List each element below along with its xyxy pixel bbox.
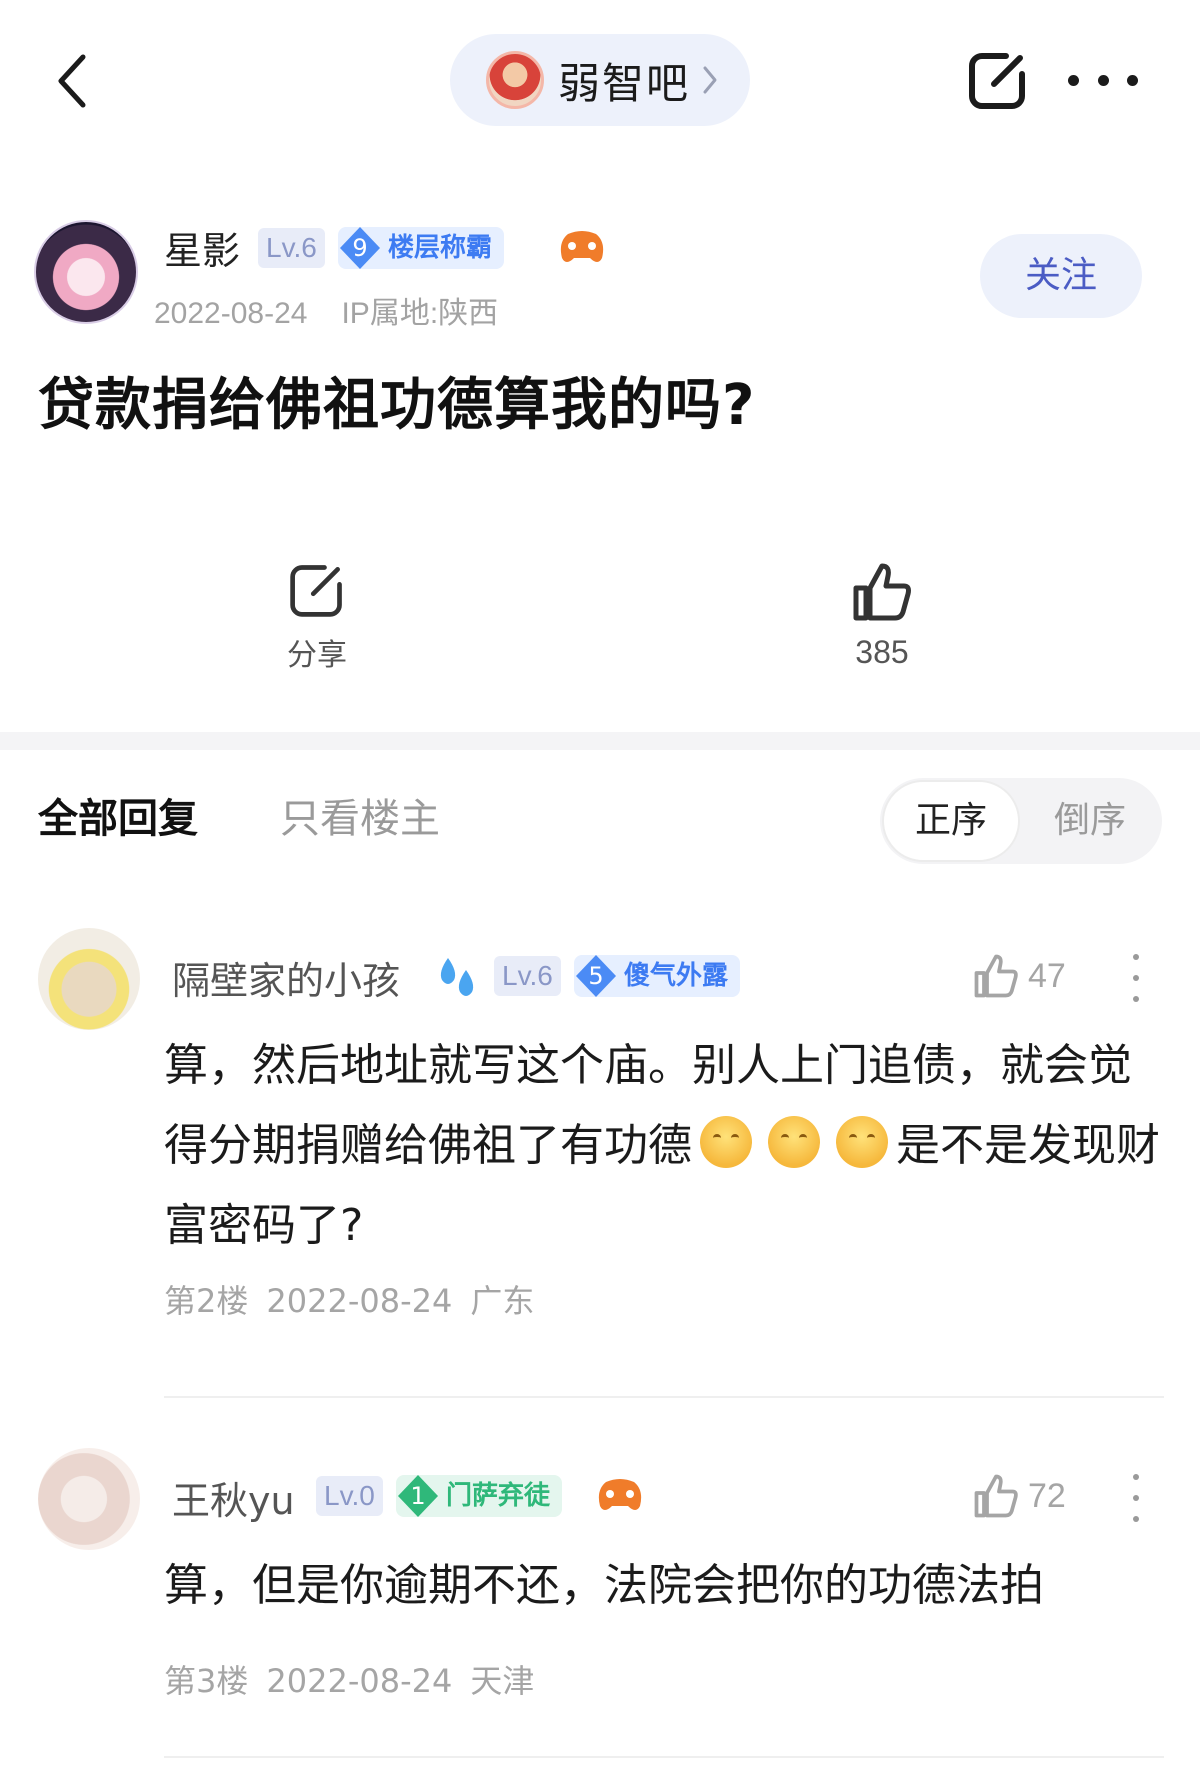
diamond-icon: 1 (396, 1473, 440, 1519)
dot-icon (1133, 954, 1139, 960)
dot-icon (1133, 1474, 1139, 1480)
thumbs-up-icon (853, 563, 911, 621)
like-count: 385 (855, 634, 909, 670)
comment-body: 算，然后地址就写这个庙。别人上门追债，就会觉得分期捐赠给佛祖了有功德 是不是发现财… (164, 1026, 1164, 1266)
post-title: 贷款捐给佛祖功德算我的吗? (38, 373, 756, 438)
title-badge: 1 门萨弃徒 (396, 1473, 563, 1519)
edit-icon (969, 53, 1025, 109)
diamond-icon: 5 (574, 953, 618, 999)
sort-toggle: 正序 倒序 (880, 778, 1162, 864)
title-text: 楼层称霸 (388, 233, 493, 263)
author-name[interactable]: 星影 (164, 220, 240, 275)
comment-more-button[interactable] (1130, 1474, 1142, 1522)
comment-body: 算，但是你逾期不还，法院会把你的功德法拍 (164, 1560, 1044, 1611)
tab-owner-only[interactable]: 只看楼主 (280, 786, 440, 844)
title-level: 9 (352, 234, 368, 262)
comment-meta: 第3楼 2022-08-24 天津 (164, 1656, 534, 1702)
level-badge: Lv.6 (494, 956, 561, 996)
more-button[interactable] (1068, 56, 1138, 104)
diamond-icon: 9 (338, 225, 382, 271)
title-text: 傻气外露 (624, 961, 729, 991)
droplet-icon (432, 954, 480, 1004)
title-badge: 5 傻气外露 (574, 953, 741, 999)
comment-date: 2022-08-24 (266, 1662, 453, 1700)
chevron-left-icon (58, 54, 86, 108)
comment-divider (164, 1756, 1164, 1758)
thumbs-up-icon (974, 1474, 1018, 1518)
comment-more-button[interactable] (1130, 954, 1142, 1002)
title-level: 1 (410, 1482, 426, 1510)
top-nav-bar: 弱智吧 (0, 0, 1200, 160)
forum-avatar (486, 51, 544, 109)
section-divider (0, 732, 1200, 750)
commenter-avatar[interactable] (38, 928, 140, 1030)
forum-name: 弱智吧 (558, 58, 691, 108)
comment-like-count: 47 (1028, 956, 1066, 995)
title-badge: 9 楼层称霸 (338, 225, 505, 271)
gamepad-icon (596, 1476, 644, 1520)
dot-icon (1127, 74, 1138, 86)
comment-meta: 第2楼 2022-08-24 广东 (164, 1276, 534, 1322)
comment-location: 广东 (470, 1282, 535, 1320)
comment-like-button[interactable]: 72 (972, 1472, 1066, 1520)
level-badge: Lv.0 (316, 1476, 383, 1516)
sort-asc-button[interactable]: 正序 (882, 780, 1020, 862)
sort-desc-button[interactable]: 倒序 (1020, 780, 1160, 862)
commenter-name[interactable]: 隔壁家的小孩 (172, 950, 400, 1005)
commenter-name[interactable]: 王秋yu (172, 1470, 295, 1525)
post-actions: 分享 385 (0, 560, 1200, 690)
like-button[interactable]: 385 (822, 560, 942, 671)
share-label: 分享 (287, 638, 347, 673)
chevron-right-icon (703, 66, 717, 94)
title-text: 门萨弃徒 (446, 1481, 551, 1511)
comment-date: 2022-08-24 (266, 1282, 453, 1320)
dot-icon (1097, 74, 1109, 86)
gamepad-icon (558, 228, 606, 272)
comment-item: 王秋yu Lv.0 1 门萨弃徒 72 算，但是你逾期不还，法院会把你的功德法拍… (0, 1446, 1200, 1766)
level-badge: Lv.6 (258, 228, 325, 268)
dot-icon (1133, 1495, 1139, 1501)
ip-location: IP属地:陕西 (341, 297, 499, 330)
back-button[interactable] (48, 48, 96, 114)
author-meta: 2022-08-24 IP属地:陕西 (154, 288, 498, 332)
hug-emoji-icon (768, 1116, 820, 1168)
edit-button[interactable] (966, 48, 1030, 112)
dot-icon (1133, 1516, 1139, 1522)
forum-link[interactable]: 弱智吧 (450, 34, 750, 126)
comment-item: 隔壁家的小孩 Lv.6 5 傻气外露 47 算，然后地址就写这个庙。别人上门追债… (0, 926, 1200, 1398)
dot-icon (1068, 74, 1079, 86)
post-author: 星影 Lv.6 9 楼层称霸 2022-08-24 IP属地:陕西 关注 (32, 218, 1172, 338)
author-avatar[interactable] (34, 220, 138, 324)
share-button[interactable]: 分享 (257, 560, 377, 674)
thumbs-up-icon (974, 954, 1018, 998)
hug-emoji-icon (836, 1116, 888, 1168)
comment-like-button[interactable]: 47 (972, 952, 1066, 1000)
floor-number: 第3楼 (164, 1662, 249, 1700)
post-date: 2022-08-24 (154, 297, 308, 330)
dot-icon (1133, 975, 1139, 981)
comment-divider (164, 1396, 1164, 1398)
floor-number: 第2楼 (164, 1282, 249, 1320)
commenter-avatar[interactable] (38, 1448, 140, 1550)
tab-all-replies[interactable]: 全部回复 (38, 786, 198, 844)
share-icon (290, 565, 342, 617)
comment-like-count: 72 (1028, 1476, 1066, 1515)
reply-tabs: 全部回复 只看楼主 正序 倒序 (0, 760, 1200, 870)
dot-icon (1133, 996, 1139, 1002)
title-level: 5 (588, 962, 604, 990)
comment-location: 天津 (470, 1662, 535, 1700)
follow-button[interactable]: 关注 (980, 234, 1142, 318)
hug-emoji-icon (700, 1116, 752, 1168)
